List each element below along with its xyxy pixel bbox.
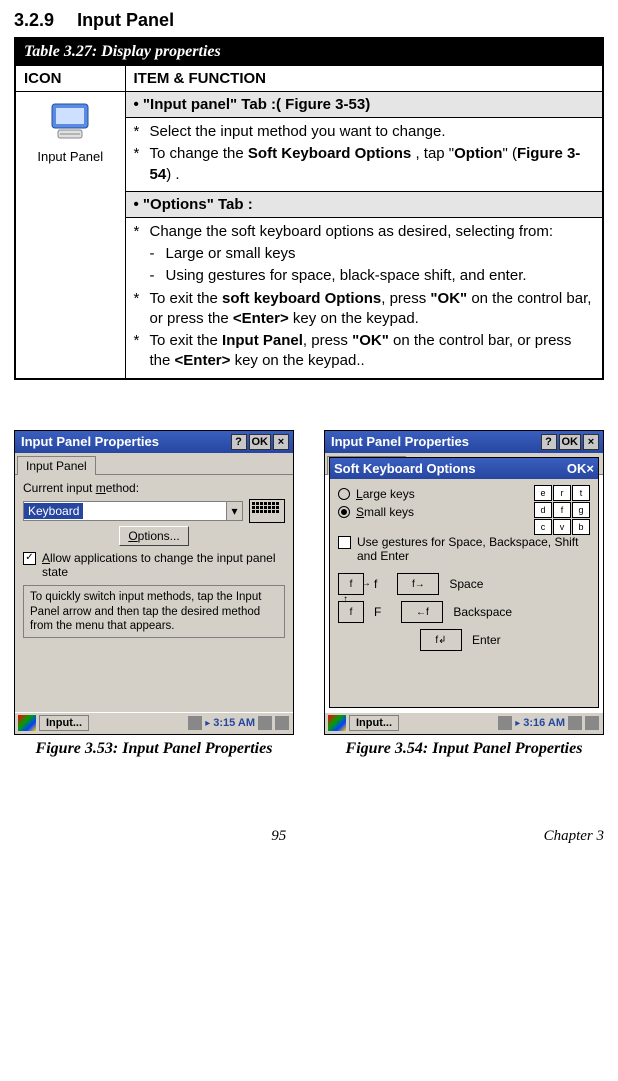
- key-preview-icon: ert dfg cvb: [534, 485, 590, 535]
- allow-apps-checkbox-row[interactable]: ✓ Allow applications to change the input…: [23, 551, 285, 580]
- taskbar: Input... ▸ 3:15 AM: [15, 712, 293, 734]
- close-button[interactable]: ×: [273, 434, 289, 450]
- gesture-enter-label: Enter: [472, 633, 501, 647]
- tray-arrow-icon[interactable]: ▸: [515, 718, 520, 729]
- dialog-title: Soft Keyboard Options: [334, 461, 567, 476]
- gesture-shift-icon: f↑: [338, 601, 364, 623]
- figure-caption: Figure 3.53: Input Panel Properties: [14, 739, 294, 758]
- gesture-space-icon: f→: [397, 573, 439, 595]
- taskbar-time: 3:16 AM: [523, 717, 565, 729]
- tray-icon[interactable]: [498, 716, 512, 730]
- body-input-panel: *Select the input method you want to cha…: [125, 118, 603, 192]
- page-number: 95: [271, 828, 286, 845]
- allow-apps-label: Allow applications to change the input p…: [42, 551, 285, 580]
- gesture-space-label: Space: [449, 577, 483, 591]
- section-heading: 3.2.9 Input Panel: [14, 10, 604, 31]
- tab-input-panel: • "Input panel" Tab :( Figure 3-53): [125, 92, 603, 118]
- icon-cell: Input Panel: [15, 92, 125, 379]
- use-gestures-label: Use gestures for Space, Backspace, Shift…: [357, 535, 590, 564]
- info-box: To quickly switch input methods, tap the…: [23, 585, 285, 638]
- radio-icon[interactable]: [338, 506, 350, 518]
- figure-3-53: Input Panel Properties ? OK × Input Pane…: [14, 430, 294, 758]
- tab-input-panel[interactable]: Input Panel: [17, 456, 96, 475]
- taskbar-time: 3:15 AM: [213, 717, 255, 729]
- gesture-backspace-label: Backspace: [453, 605, 512, 619]
- window-title-back: Input Panel Properties: [329, 434, 539, 449]
- start-icon[interactable]: [18, 715, 36, 731]
- close-button[interactable]: ×: [586, 461, 594, 476]
- checkbox-icon[interactable]: [338, 536, 351, 549]
- section-number: 3.2.9: [14, 10, 54, 30]
- body-options: *Change the soft keyboard options as des…: [125, 217, 603, 378]
- tray-icon[interactable]: [188, 716, 202, 730]
- page-footer: 95 Chapter 3: [14, 828, 604, 845]
- dialog-titlebar: Soft Keyboard Options OK ×: [330, 458, 598, 479]
- soft-keyboard-dialog: Soft Keyboard Options OK × Large keys Sm…: [329, 457, 599, 708]
- tray-icon[interactable]: [568, 716, 582, 730]
- figure-caption: Figure 3.54: Input Panel Properties: [324, 739, 604, 758]
- close-button[interactable]: ×: [583, 434, 599, 450]
- taskbar-app[interactable]: Input...: [349, 715, 399, 731]
- ok-button[interactable]: OK: [559, 434, 582, 450]
- input-panel-icon: [46, 100, 94, 142]
- ok-button[interactable]: OK: [249, 434, 272, 450]
- col-icon-header: ICON: [15, 66, 125, 92]
- combo-selected: Keyboard: [24, 503, 83, 519]
- icon-label: Input Panel: [20, 149, 121, 164]
- window-input-panel-properties: Input Panel Properties ? OK × Input Pane…: [14, 430, 294, 735]
- tray-icon[interactable]: [258, 716, 272, 730]
- client-area: Current input method: Keyboard ▾ Options…: [15, 475, 293, 712]
- window-soft-keyboard-options: Input Panel Properties ? OK × Input Pane…: [324, 430, 604, 735]
- gesture-shift-label: F: [374, 605, 381, 619]
- figure-3-54: Input Panel Properties ? OK × Input Pane…: [324, 430, 604, 758]
- use-gestures-checkbox-row[interactable]: Use gestures for Space, Backspace, Shift…: [338, 535, 590, 564]
- titlebar: Input Panel Properties ? OK ×: [15, 431, 293, 453]
- col-func-header: ITEM & FUNCTION: [125, 66, 603, 92]
- taskbar: Input... ▸ 3:16 AM: [325, 712, 603, 734]
- taskbar-app[interactable]: Input...: [39, 715, 89, 731]
- titlebar-back: Input Panel Properties ? OK ×: [325, 431, 603, 453]
- chapter-label: Chapter 3: [544, 828, 604, 845]
- properties-table: Table 3.27: Display properties ICON ITEM…: [14, 37, 604, 380]
- help-button[interactable]: ?: [231, 434, 247, 450]
- label-current-method: Current input method:: [23, 481, 285, 495]
- checkbox-icon[interactable]: ✓: [23, 552, 36, 565]
- gesture-f-label: f: [374, 577, 377, 591]
- gesture-backspace-icon: ←f: [401, 601, 443, 623]
- dialog-body: Large keys Small keys ert dfg cvb Use ge…: [330, 479, 598, 707]
- tab-options: • "Options" Tab :: [125, 191, 603, 217]
- tray-icon[interactable]: [275, 716, 289, 730]
- tray-icon[interactable]: [585, 716, 599, 730]
- gesture-area: f→ f f→ Space f↑ F ←f Backspace: [338, 573, 590, 651]
- window-title: Input Panel Properties: [19, 434, 229, 449]
- tabstrip: Input Panel: [15, 453, 293, 475]
- chevron-down-icon[interactable]: ▾: [226, 502, 242, 520]
- gesture-enter-icon: f↲: [420, 629, 462, 651]
- start-icon[interactable]: [328, 715, 346, 731]
- gesture-f-icon: f→: [338, 573, 364, 595]
- ok-button[interactable]: OK: [567, 461, 587, 476]
- table-title: Table 3.27: Display properties: [15, 38, 603, 66]
- input-method-combo[interactable]: Keyboard ▾: [23, 501, 243, 521]
- section-title: Input Panel: [77, 10, 174, 30]
- keyboard-icon: [249, 499, 285, 523]
- options-button[interactable]: Options...: [119, 526, 188, 546]
- tray-arrow-icon[interactable]: ▸: [205, 718, 210, 729]
- radio-icon[interactable]: [338, 488, 350, 500]
- help-button[interactable]: ?: [541, 434, 557, 450]
